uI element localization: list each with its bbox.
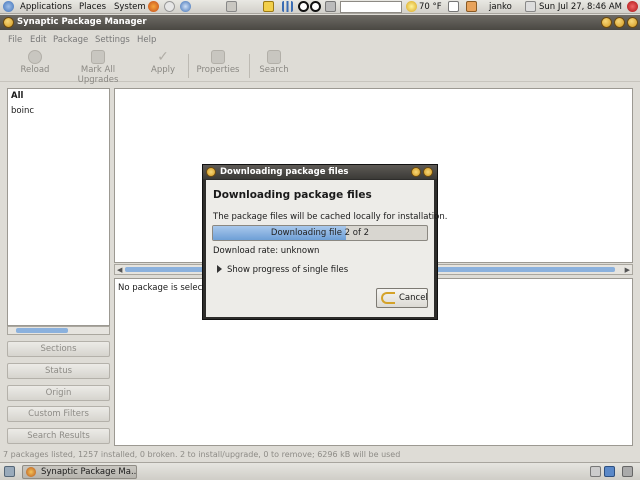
sections-label: Sections (40, 344, 77, 354)
reload-icon (28, 50, 42, 64)
dialog-heading: Downloading package files (213, 189, 372, 201)
taskbar-label: Synaptic Package Ma... (41, 467, 137, 477)
properties-icon (211, 50, 225, 64)
dialog-titlebar[interactable]: Downloading package files (203, 165, 437, 179)
ubuntu-logo-icon[interactable] (3, 1, 14, 12)
user-avatar-icon (466, 1, 477, 12)
toolbar-separator (249, 54, 250, 78)
search-label: Search (259, 65, 289, 75)
menu-package[interactable]: Package (53, 35, 88, 45)
origin-label: Origin (45, 388, 72, 398)
dialog-body: Downloading package files The package fi… (206, 180, 447, 317)
top-panel: Applications Places System 70 °F janko S… (0, 0, 640, 14)
toolbar-separator (188, 54, 189, 78)
cancel-label: Cancel (399, 293, 428, 303)
dialog-close-icon[interactable] (423, 167, 433, 177)
search-results-label: Search Results (27, 431, 90, 441)
menu-file[interactable]: File (8, 35, 22, 45)
notes-icon[interactable] (263, 1, 274, 12)
custom-filters-label: Custom Filters (28, 409, 89, 419)
window-title: Synaptic Package Manager (17, 17, 147, 27)
weather-icon[interactable] (406, 1, 417, 12)
status-button[interactable]: Status (7, 363, 110, 379)
origin-button[interactable]: Origin (7, 385, 110, 401)
download-rate: Download rate: unknown (213, 246, 320, 256)
mail-icon[interactable] (164, 1, 175, 12)
scroll-right-icon[interactable]: ▶ (625, 266, 630, 274)
properties-button[interactable]: Properties (196, 50, 240, 80)
filter-item-all[interactable]: All (11, 91, 23, 101)
status-label: Status (44, 366, 73, 376)
eyes-left-icon (298, 1, 309, 12)
download-dialog: Downloading package files Downloading pa… (202, 164, 447, 320)
scroll-left-icon[interactable]: ◀ (117, 266, 122, 274)
search-button[interactable]: Search (258, 50, 290, 80)
calendar-icon (525, 1, 536, 12)
close-icon[interactable] (627, 17, 638, 28)
expander-label: Show progress of single files (227, 265, 349, 275)
search-icon (267, 50, 281, 64)
checkmark-icon: ✓ (157, 49, 169, 65)
progress-text: Downloading file 2 of 2 (270, 228, 370, 238)
mark-upgrades-icon (91, 50, 105, 64)
mark-all-upgrades-button[interactable]: Mark All Upgrades (60, 50, 136, 85)
filter-list-scrollbar[interactable] (7, 326, 110, 335)
mute-icon[interactable] (448, 1, 459, 12)
trash-icon[interactable] (622, 466, 633, 477)
toolbar: Reload Mark All Upgrades ✓ Apply Propert… (0, 48, 640, 85)
workspace-icon[interactable] (590, 466, 601, 477)
search-results-button[interactable]: Search Results (7, 428, 110, 444)
menubar: File Edit Package Settings Help (0, 31, 640, 48)
applications-menu[interactable]: Applications (20, 1, 72, 13)
bottom-panel: Synaptic Package Ma... (0, 462, 640, 480)
window-titlebar[interactable]: Synaptic Package Manager (0, 15, 640, 30)
show-desktop-icon[interactable] (4, 466, 15, 477)
maximize-icon[interactable] (614, 17, 625, 28)
filter-item-boinc[interactable]: boinc (11, 106, 34, 116)
temperature-label[interactable]: 70 °F (419, 1, 442, 13)
places-menu[interactable]: Places (79, 1, 106, 13)
reload-label: Reload (20, 65, 50, 75)
workspace-active-icon[interactable] (604, 466, 615, 477)
firefox-icon[interactable] (148, 1, 159, 12)
dialog-info: The package files will be cached locally… (213, 212, 448, 222)
custom-filters-button[interactable]: Custom Filters (7, 406, 110, 422)
mark-all-upgrades-label: Mark All Upgrades (77, 65, 119, 85)
taskbar-synaptic[interactable]: Synaptic Package Ma... (22, 465, 137, 479)
clipboard-icon[interactable] (226, 1, 237, 12)
keyboard-icon[interactable] (325, 1, 336, 12)
help-icon[interactable] (180, 1, 191, 12)
dialog-menu-icon[interactable] (206, 167, 216, 177)
dialog-minimize-icon[interactable] (411, 167, 421, 177)
eyes-right-icon (310, 1, 321, 12)
system-menu[interactable]: System (114, 1, 146, 13)
search-input[interactable] (340, 1, 402, 13)
status-bar: 7 packages listed, 1257 installed, 0 bro… (0, 449, 640, 461)
menu-help[interactable]: Help (137, 35, 156, 45)
properties-label: Properties (196, 65, 240, 75)
minimize-icon[interactable] (601, 17, 612, 28)
username-label[interactable]: janko (489, 1, 512, 13)
network-signal-icon[interactable] (282, 1, 293, 12)
dialog-title: Downloading package files (220, 167, 349, 177)
single-files-expander[interactable]: Show progress of single files (217, 265, 348, 275)
menu-settings[interactable]: Settings (95, 35, 130, 45)
window-menu-icon[interactable] (3, 17, 14, 28)
apply-label: Apply (151, 65, 175, 75)
cancel-icon (381, 292, 395, 304)
download-progress-bar: Downloading file 2 of 2 (212, 225, 428, 241)
filter-list: All boinc (7, 88, 110, 326)
expander-arrow-icon (217, 265, 222, 273)
sections-button[interactable]: Sections (7, 341, 110, 357)
shutdown-icon[interactable] (627, 1, 638, 12)
cancel-button[interactable]: Cancel (376, 288, 428, 308)
synaptic-icon (26, 467, 36, 477)
scrollbar-thumb[interactable] (16, 328, 68, 333)
clock[interactable]: Sun Jul 27, 8:46 AM (539, 1, 622, 13)
description-text: No package is selecte (118, 283, 211, 293)
reload-button[interactable]: Reload (20, 50, 50, 80)
apply-button[interactable]: ✓ Apply (148, 50, 178, 80)
menu-edit[interactable]: Edit (30, 35, 46, 45)
